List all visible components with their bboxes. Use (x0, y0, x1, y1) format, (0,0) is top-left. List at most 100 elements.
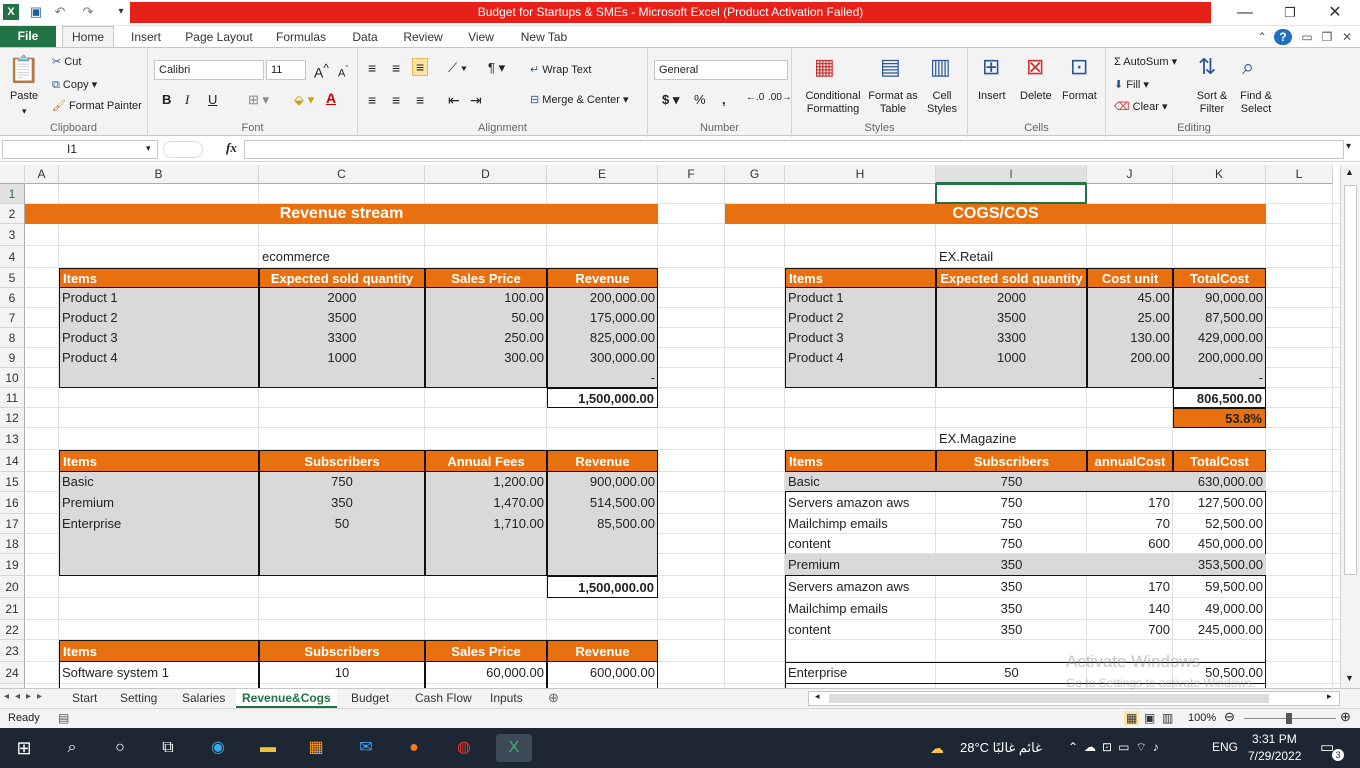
wrap-text-button[interactable]: ↵ Wrap Text (530, 63, 591, 76)
row-header-19[interactable]: 19 (0, 554, 25, 576)
row-header-9[interactable]: 9 (0, 348, 25, 368)
sheet-tab-revenue-cogs[interactable]: Revenue&Cogs (236, 689, 337, 708)
tray-icons[interactable]: ⌃☁⊡▭⌔♪ (1068, 740, 1165, 755)
column-header-d[interactable]: D (425, 165, 547, 184)
row-header-20[interactable]: 20 (0, 576, 25, 598)
shrink-font-icon[interactable]: Aˇ (338, 64, 348, 80)
column-header-g[interactable]: G (725, 165, 785, 184)
tab-formulas[interactable]: Formulas (270, 29, 332, 47)
column-header-b[interactable]: B (59, 165, 259, 184)
row-header-22[interactable]: 22 (0, 620, 25, 640)
merge-center-button[interactable]: ⊟ Merge & Center ▾ (530, 93, 629, 106)
sheet-tab-start[interactable]: Start (66, 689, 103, 708)
tab-view[interactable]: View (460, 29, 502, 47)
borders-icon[interactable]: ⊞ ▾ (248, 92, 269, 108)
tab-home[interactable]: Home (62, 26, 114, 48)
row-header-7[interactable]: 7 (0, 308, 25, 328)
windows-start-icon[interactable]: ⊞ (10, 734, 38, 762)
decrease-indent-icon[interactable]: ⇤ (448, 92, 460, 109)
comma-button[interactable]: , (722, 92, 726, 107)
align-left-icon[interactable]: ≡ (368, 92, 376, 108)
delete-button[interactable]: Delete (1020, 90, 1052, 102)
row-header-2[interactable]: 2 (0, 204, 25, 224)
format-button[interactable]: Format (1062, 90, 1097, 102)
tab-new-tab[interactable]: New Tab (514, 29, 574, 47)
align-bottom-icon[interactable]: ≡ (412, 58, 429, 76)
format-as-table-button[interactable]: Format as Table (868, 90, 918, 116)
insert-function-button[interactable]: fx (226, 140, 237, 156)
row-header-14[interactable]: 14 (0, 450, 25, 472)
align-right-icon[interactable]: ≡ (416, 92, 424, 108)
tab-review[interactable]: Review (398, 29, 448, 47)
chrome-icon[interactable]: ◍ (450, 734, 478, 762)
vertical-scrollbar[interactable]: ▲ ▼ (1340, 165, 1360, 688)
row-header-17[interactable]: 17 (0, 514, 25, 534)
edge-icon[interactable]: ◉ (204, 734, 232, 762)
redo-icon[interactable]: ↷ (80, 4, 96, 20)
clock-time[interactable]: 3:31 PM (1252, 732, 1297, 746)
select-all-corner[interactable] (0, 165, 25, 184)
clock-date[interactable]: 7/29/2022 (1248, 749, 1301, 763)
fill-color-icon[interactable]: ⬙ ▾ (294, 92, 314, 108)
column-header-k[interactable]: K (1173, 165, 1266, 184)
column-header-e[interactable]: E (547, 165, 658, 184)
align-center-icon[interactable]: ≡ (392, 92, 400, 108)
bold-button[interactable]: B (162, 92, 171, 107)
font-color-icon[interactable]: A (326, 90, 336, 106)
customize-qat-icon[interactable]: ▾ (113, 4, 129, 20)
column-header-i[interactable]: I (936, 165, 1087, 184)
row-header-16[interactable]: 16 (0, 492, 25, 514)
new-sheet-icon[interactable]: ⊕ (548, 690, 559, 706)
row-header-10[interactable]: 10 (0, 368, 25, 388)
cortana-icon[interactable]: ○ (106, 734, 134, 762)
zoom-level[interactable]: 100% (1188, 712, 1216, 724)
horizontal-scroll-thumb[interactable] (829, 694, 1269, 703)
cell-styles-button[interactable]: Cell Styles (920, 90, 964, 116)
paste-dropdown-icon[interactable]: ▾ (22, 106, 27, 117)
row-header-11[interactable]: 11 (0, 388, 25, 408)
column-header-f[interactable]: F (658, 165, 725, 184)
row-header-6[interactable]: 6 (0, 288, 25, 308)
page-layout-view-icon[interactable]: ▣ (1144, 711, 1155, 725)
row-header-5[interactable]: 5 (0, 268, 25, 288)
cut-button[interactable]: ✂ Cut (52, 55, 81, 68)
namebox-dropdown-icon[interactable]: ▾ (146, 143, 151, 154)
horizontal-scrollbar[interactable]: ◂ ▸ (808, 691, 1340, 706)
formula-bar-resize-handle[interactable] (163, 141, 203, 158)
text-direction-icon[interactable]: ¶ ▾ (488, 60, 505, 76)
weather-icon[interactable]: ☁ (930, 740, 944, 757)
row-header-13[interactable]: 13 (0, 428, 25, 450)
scroll-right-icon[interactable]: ▸ (1327, 691, 1332, 702)
align-middle-icon[interactable]: ≡ (392, 60, 400, 76)
font-name-select[interactable]: Calibri (154, 60, 264, 80)
minimize-icon[interactable]: — (1222, 0, 1268, 26)
zoom-out-icon[interactable]: ⊖ (1224, 709, 1235, 725)
help-icon[interactable]: ? (1274, 29, 1292, 45)
insert-button[interactable]: Insert (978, 90, 1006, 102)
restore-icon[interactable]: ❐ (1267, 0, 1313, 26)
row-header-1[interactable]: 1 (0, 184, 25, 204)
row-header-3[interactable]: 3 (0, 224, 25, 246)
column-header-a[interactable]: A (25, 165, 59, 184)
tab-data[interactable]: Data (344, 29, 386, 47)
collapse-ribbon-icon[interactable]: ⌃ (1255, 29, 1269, 47)
zoom-slider-thumb[interactable] (1286, 713, 1292, 724)
sheet-tab-setting[interactable]: Setting (114, 689, 163, 708)
autosum-button[interactable]: Σ AutoSum ▾ (1114, 55, 1177, 68)
language-indicator[interactable]: ENG (1212, 740, 1238, 754)
tab-file[interactable]: File (0, 26, 56, 47)
italic-button[interactable]: I (185, 92, 189, 108)
macro-record-icon[interactable]: ▤ (58, 711, 69, 725)
number-format-select[interactable]: General (654, 60, 788, 80)
format-painter-button[interactable]: 🖌 Format Painter (52, 99, 142, 112)
firefox-icon[interactable]: ● (400, 734, 428, 762)
column-header-j[interactable]: J (1087, 165, 1173, 184)
decrease-decimal-icon[interactable]: .00→ (768, 92, 792, 103)
column-header-l[interactable]: L (1266, 165, 1333, 184)
row-header-24[interactable]: 24 (0, 662, 25, 684)
sheet-tab-cash-flow[interactable]: Cash Flow (409, 689, 478, 708)
ribbon-close-icon[interactable]: ✕ (1340, 29, 1354, 47)
row-header-21[interactable]: 21 (0, 598, 25, 620)
sheet-nav-icons[interactable]: ◂◂▸▸ (4, 691, 48, 702)
file-explorer-icon[interactable]: ▬ (254, 734, 282, 762)
